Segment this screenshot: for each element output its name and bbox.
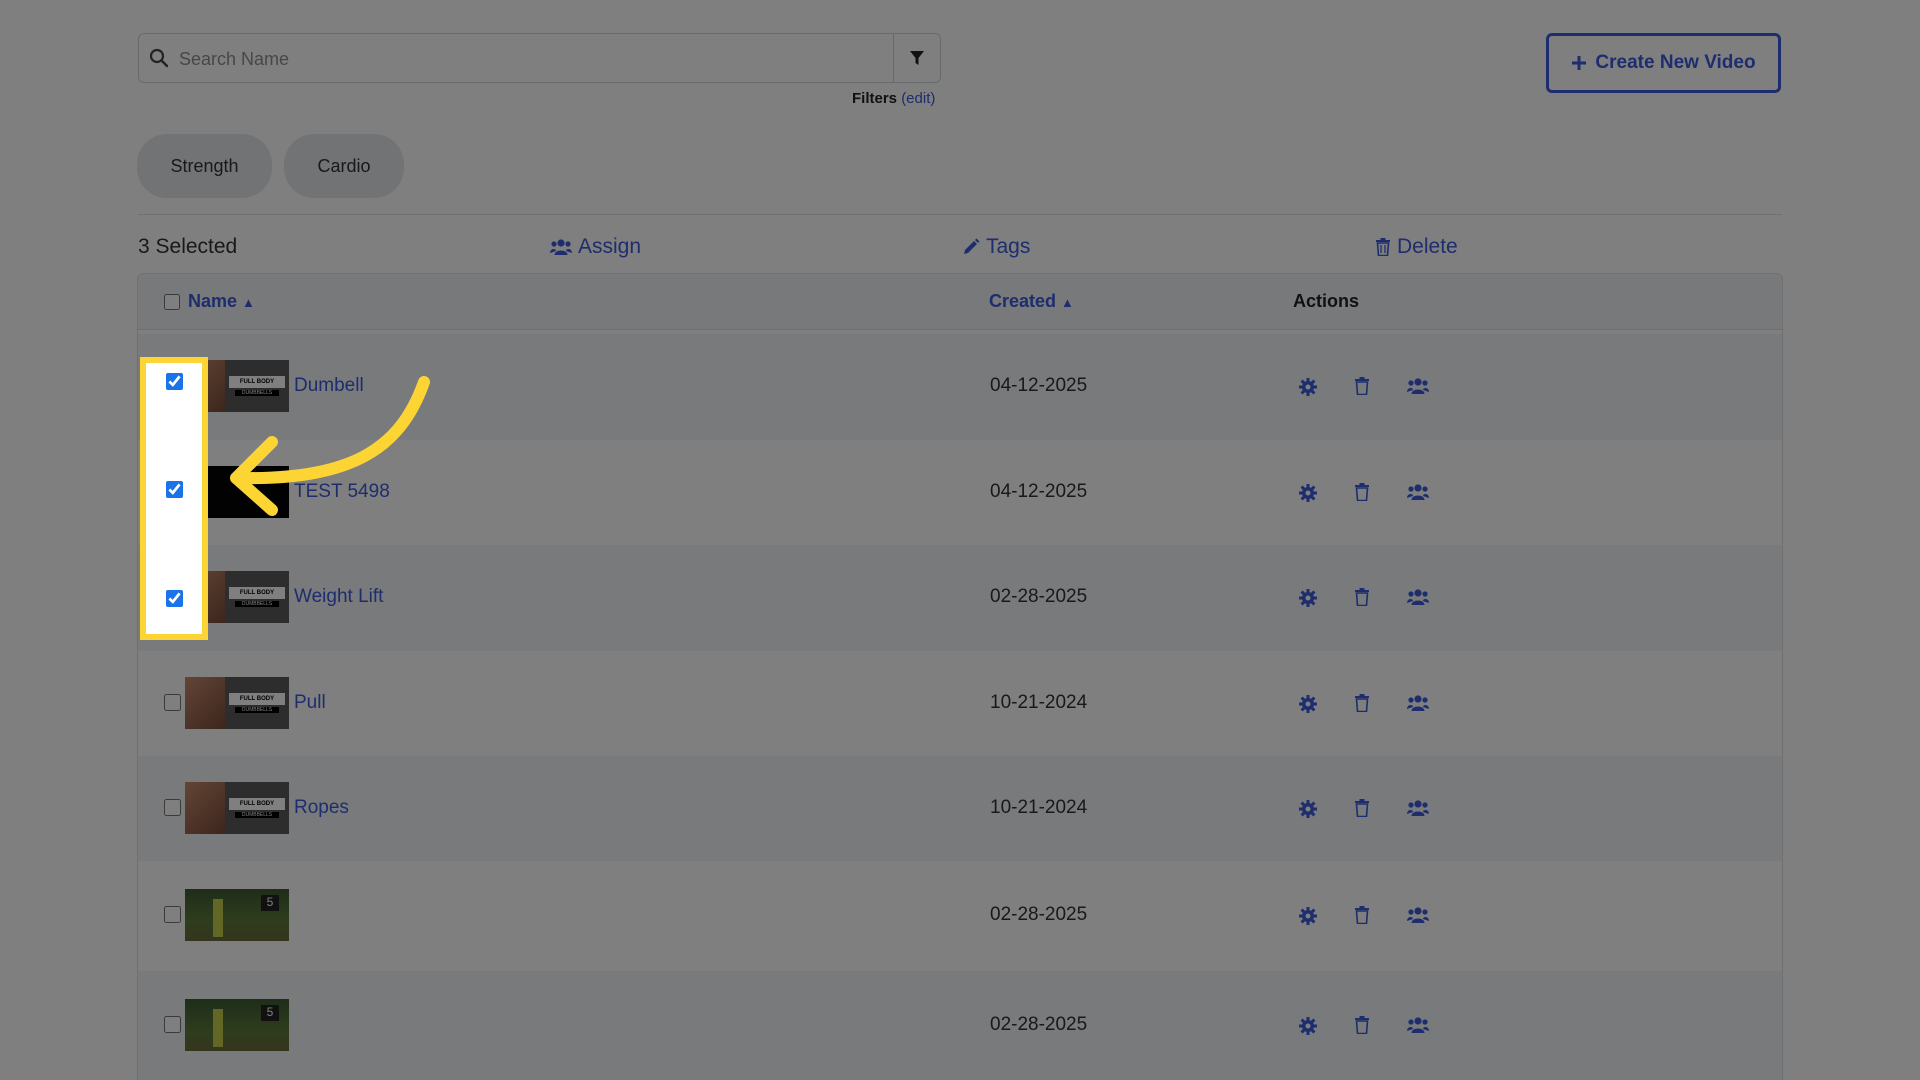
settings-gear-icon[interactable] [1298,694,1318,714]
pencil-icon [964,238,980,254]
row-checkbox[interactable] [164,906,181,923]
tag-cardio[interactable]: Cardio [284,134,404,198]
name-column-header[interactable]: Name ▲︎ [188,291,255,312]
assign-users-icon[interactable] [1407,799,1429,819]
sort-icon: ▲︎ [242,295,255,310]
delete-trash-icon[interactable] [1354,1016,1374,1036]
left-margin [0,0,96,1080]
settings-gear-icon[interactable] [1298,377,1318,397]
table-row: FULL BODY DUMBBELLS Pull 10-21-2024 [138,651,1782,756]
divider [138,214,1782,215]
table-row: 5 02-28-2025 [138,861,1782,971]
created-date: 10-21-2024 [990,691,1088,713]
users-icon [550,239,572,255]
tag-label: Cardio [317,155,371,176]
created-date: 02-28-2025 [990,1014,1088,1035]
filters-edit-link[interactable]: (edit) [901,90,935,107]
video-thumbnail[interactable]: 5 [185,889,289,941]
table-row: FULL BODY DUMBBELLS Weight Lift 02-28-2025 [138,545,1782,651]
created-date: 04-12-2025 [990,375,1088,396]
trash-icon [1376,238,1390,256]
sort-icon: ▲︎ [1061,295,1074,310]
search-bar [138,33,941,83]
row-checkbox[interactable] [164,1016,181,1033]
assign-users-icon[interactable] [1407,906,1429,926]
actions-column-header: Actions [1293,291,1360,311]
assign-label: Assign [578,235,642,258]
video-name-link[interactable]: Pull [294,692,326,714]
filters-label: Filters (edit) [852,90,935,107]
assign-users-icon[interactable] [1407,588,1429,608]
video-thumbnail[interactable]: 5 [185,999,289,1051]
filter-icon [910,51,924,65]
delete-trash-icon[interactable] [1354,798,1374,819]
thumb-caption: FULL BODY [229,692,285,705]
created-date: 04-12-2025 [990,480,1088,502]
created-date: 02-28-2025 [990,904,1088,925]
assign-button[interactable]: Assign [550,235,641,259]
settings-gear-icon[interactable] [1298,906,1318,926]
settings-gear-icon[interactable] [1298,799,1318,819]
video-name-link[interactable]: Ropes [294,797,349,819]
assign-users-icon[interactable] [1407,1016,1429,1036]
yellow-arrow-annotation [230,376,430,516]
assign-users-icon[interactable] [1407,694,1429,714]
plus-icon [1572,56,1587,70]
video-thumbnail[interactable]: FULL BODY DUMBBELLS [185,781,289,834]
name-header-label: Name [188,291,238,311]
row-checkbox[interactable] [164,798,181,816]
select-all-checkbox[interactable] [164,294,180,310]
tags-button[interactable]: Tags [962,235,1030,259]
filters-text: Filters [852,90,898,107]
table-header: Name ▲︎ Created ▲︎ Actions [138,274,1782,330]
video-name-link[interactable]: Weight Lift [294,586,383,608]
delete-trash-icon[interactable] [1354,906,1374,926]
table-row: 5 02-28-2025 [138,971,1782,1080]
created-date: 10-21-2024 [990,796,1088,818]
created-date: 02-28-2025 [990,586,1088,607]
yellow-highlight-box [140,357,208,640]
settings-gear-icon[interactable] [1298,588,1318,608]
assign-users-icon[interactable] [1407,377,1429,397]
right-margin [1825,0,1920,1080]
delete-trash-icon[interactable] [1354,482,1374,503]
delete-trash-icon[interactable] [1354,377,1374,397]
created-column-header[interactable]: Created ▲︎ [989,291,1074,312]
delete-trash-icon[interactable] [1354,588,1374,608]
thumb-caption: FULL BODY [229,797,285,810]
created-header-label: Created [989,291,1057,311]
filter-button[interactable] [893,34,940,82]
search-input[interactable] [179,44,879,74]
thumb-caption: FULL BODY [229,587,285,599]
delete-label: Delete [1397,235,1458,258]
selected-count: 3 Selected [138,235,238,258]
create-new-video-label: Create New Video [1595,52,1756,73]
tag-strength[interactable]: Strength [137,134,272,198]
tag-label: Strength [170,155,239,176]
row-checkbox[interactable] [164,693,181,711]
tags-label: Tags [986,235,1031,258]
delete-button[interactable]: Delete [1375,235,1458,259]
settings-gear-icon[interactable] [1298,483,1318,503]
settings-gear-icon[interactable] [1298,1016,1318,1036]
search-icon [149,48,169,68]
table-row: FULL BODY DUMBBELLS Ropes 10-21-2024 [138,756,1782,861]
video-library-panel: Filters (edit) Create New Video Strength… [96,0,1825,1080]
video-thumbnail[interactable]: FULL BODY DUMBBELLS [185,676,289,729]
assign-users-icon[interactable] [1407,483,1429,503]
create-new-video-button[interactable]: Create New Video [1546,33,1781,93]
delete-trash-icon[interactable] [1354,693,1374,714]
